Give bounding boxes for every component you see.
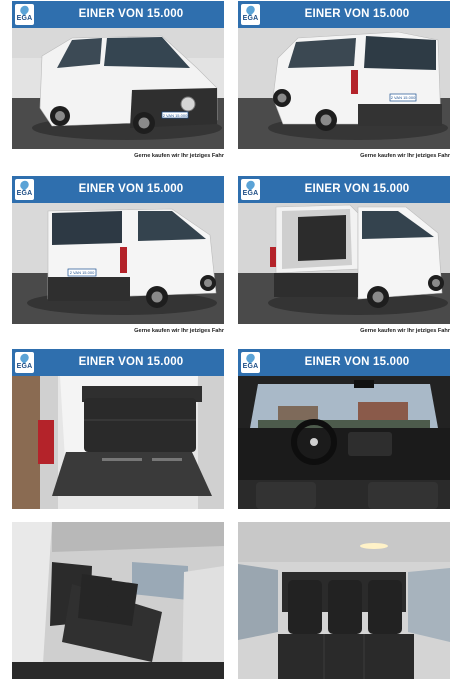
promo-banner: EGA EINER VON 15.000 bbox=[12, 1, 224, 28]
gallery-image-2[interactable]: EGA EINER VON 15.000 2 VAN 15.000 Gerne … bbox=[238, 1, 450, 163]
ega-logo-icon: EGA bbox=[15, 351, 34, 373]
van-rear-left-photo: 2 VAN 15.000 bbox=[12, 203, 224, 324]
plate-text: 2 VAN 15.000 bbox=[70, 270, 95, 275]
footer-text: Gerne kaufen wir Ihr jetziges Fahr bbox=[12, 324, 224, 338]
footer-text: Gerne kaufen wir Ihr jetziges Fahr bbox=[238, 324, 450, 338]
plate-text: 2 VAN 15.000 bbox=[163, 113, 188, 118]
gallery-image-4[interactable]: EGA EINER VON 15.000 Gerne kaufen wir Ih… bbox=[238, 176, 450, 338]
promo-banner: EGA EINER VON 15.000 bbox=[238, 349, 450, 376]
promo-banner: EGA EINER VON 15.000 bbox=[12, 349, 224, 376]
footer-text: Gerne kaufen wir Ihr jetziges Fahr bbox=[238, 149, 450, 163]
footer-text: Gerne kaufen wir Ihr jetziges Fahr bbox=[12, 149, 224, 163]
banner-text: EINER VON 15.000 bbox=[304, 356, 410, 368]
plate-text: 2 VAN 15.000 bbox=[391, 95, 416, 100]
ega-logo-icon: EGA bbox=[15, 3, 34, 25]
banner-text: EINER VON 15.000 bbox=[78, 183, 184, 195]
van-front-photo: 2 VAN 15.000 bbox=[12, 28, 224, 149]
passenger-seats-side-photo bbox=[12, 522, 224, 679]
vehicle-image-gallery: EGA EINER VON 15.000 2 VAN 15.000 Gerne … bbox=[0, 0, 452, 679]
promo-banner: EGA EINER VON 15.000 bbox=[238, 1, 450, 28]
cargo-area-photo bbox=[12, 376, 224, 509]
passenger-seats-rear-photo bbox=[238, 522, 450, 679]
ega-logo-icon: EGA bbox=[241, 3, 260, 25]
gallery-image-3[interactable]: EGA EINER VON 15.000 2 VAN 15.000 Gerne … bbox=[12, 176, 224, 338]
banner-text: EINER VON 15.000 bbox=[78, 8, 184, 20]
ega-logo-icon: EGA bbox=[241, 178, 260, 200]
gallery-image-5[interactable]: EGA EINER VON 15.000 bbox=[12, 349, 224, 509]
gallery-image-1[interactable]: EGA EINER VON 15.000 2 VAN 15.000 Gerne … bbox=[12, 1, 224, 163]
cockpit-photo bbox=[238, 376, 450, 509]
promo-banner: EGA EINER VON 15.000 bbox=[12, 176, 224, 203]
gallery-image-6[interactable]: EGA EINER VON 15.000 bbox=[238, 349, 450, 509]
gallery-image-7[interactable] bbox=[12, 522, 224, 679]
gallery-image-8[interactable] bbox=[238, 522, 450, 679]
banner-text: EINER VON 15.000 bbox=[304, 183, 410, 195]
promo-banner: EGA EINER VON 15.000 bbox=[238, 176, 450, 203]
banner-text: EINER VON 15.000 bbox=[78, 356, 184, 368]
van-rear-photo: 2 VAN 15.000 bbox=[238, 28, 450, 149]
ega-logo-icon: EGA bbox=[241, 351, 260, 373]
ega-logo-icon: EGA bbox=[15, 178, 34, 200]
banner-text: EINER VON 15.000 bbox=[304, 8, 410, 20]
van-open-tailgate-photo bbox=[238, 203, 450, 324]
